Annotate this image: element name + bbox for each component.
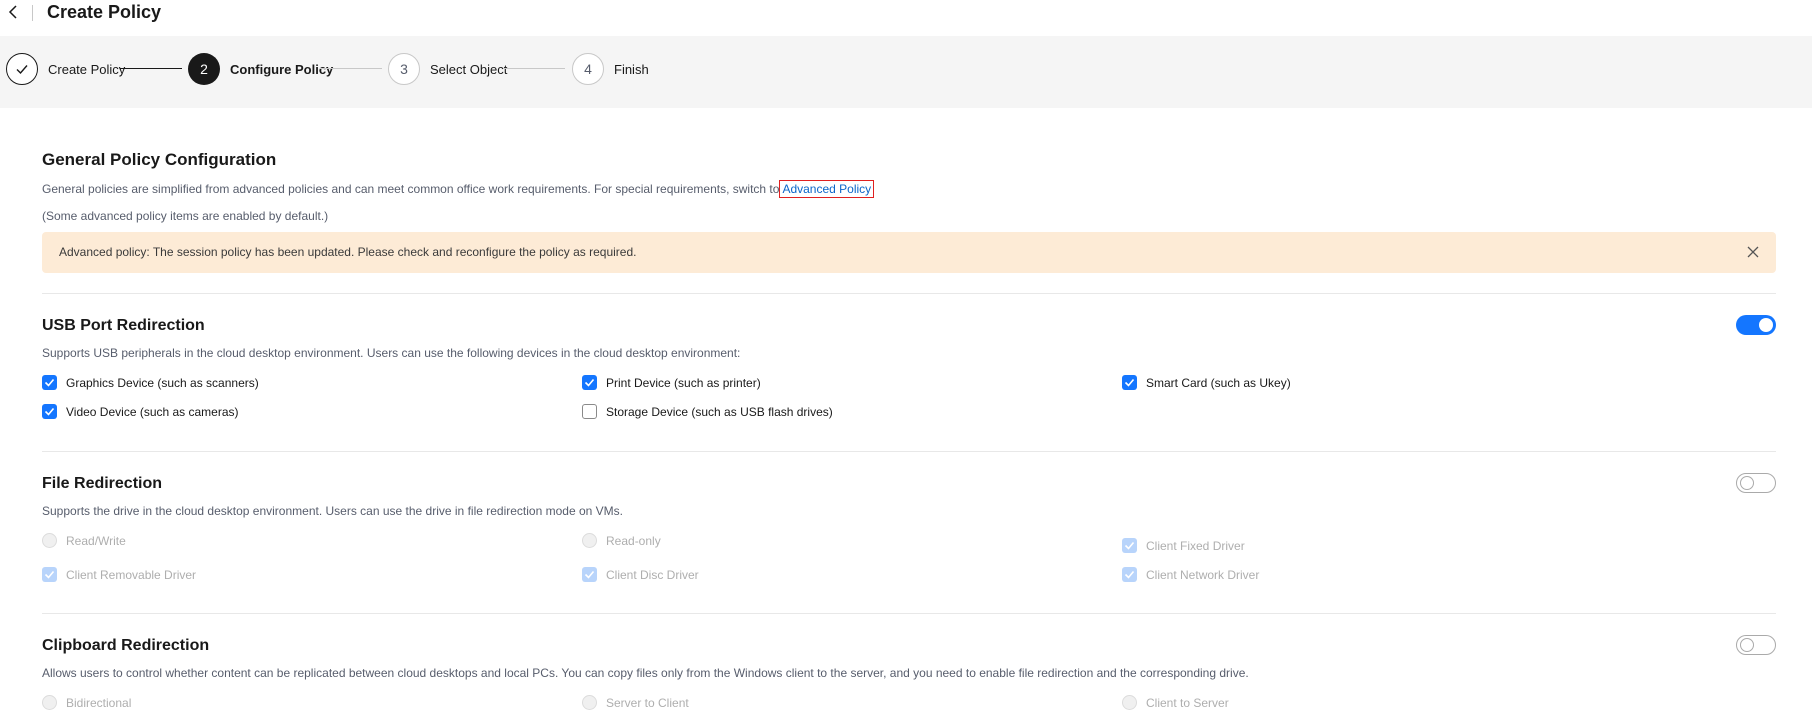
toggle-knob [1740,476,1754,490]
file-option-network-driver[interactable]: Client Network Driver [1122,567,1259,582]
step-number: 3 [388,53,420,85]
clipboard-option-bidirectional[interactable]: Bidirectional [42,695,131,710]
radio-disabled-icon [1122,695,1137,710]
page-header: Create Policy [0,0,1812,36]
checkbox-unchecked-icon [582,404,597,419]
step-select-object: 3 Select Object [388,52,507,86]
file-option-removable-driver[interactable]: Client Removable Driver [42,567,196,582]
close-icon[interactable] [1746,245,1760,259]
checkbox-checked-icon [1122,375,1137,390]
step-number: 2 [188,53,220,85]
option-label: Read/Write [66,533,126,548]
step-finish: 4 Finish [572,52,649,86]
section-divider [42,451,1776,452]
stepper: Create Policy 2 Configure Policy 3 Selec… [0,36,1812,108]
usb-description: Supports USB peripherals in the cloud de… [42,346,741,360]
option-label: Client Removable Driver [66,567,197,582]
general-section-title: General Policy Configuration [42,150,277,169]
checkbox-checked-icon [42,567,57,582]
radio-disabled-icon [42,533,57,548]
alert-text: Advanced policy: The session policy has … [59,245,637,259]
checkbox-checked-icon [42,404,57,419]
checkbox-checked-icon [582,567,597,582]
section-divider [42,613,1776,614]
clipboard-section-title: Clipboard Redirection [42,637,210,654]
page-title: Create Policy [47,2,162,22]
step-label: Select Object [430,61,508,77]
radio-disabled-icon [582,695,597,710]
file-toggle[interactable] [1736,473,1776,493]
general-desc-text: General policies are simplified from adv… [42,182,780,196]
clipboard-description: Allows users to control whether content … [42,666,1249,680]
option-label: Client Disc Driver [606,567,699,582]
option-label: Read-only [606,533,661,548]
checkbox-checked-icon [1122,538,1137,553]
checkbox-checked-icon [1122,567,1137,582]
step-connector [503,68,565,69]
usb-option-video[interactable]: Video Device (such as cameras) [42,404,239,419]
usb-option-smartcard[interactable]: Smart Card (such as Ukey) [1122,375,1291,390]
usb-option-print[interactable]: Print Device (such as printer) [582,375,761,390]
clipboard-option-client-to-server[interactable]: Client to Server [1122,695,1229,710]
clipboard-option-server-to-client[interactable]: Server to Client [582,695,689,710]
step-configure-policy: 2 Configure Policy [188,52,333,86]
file-option-disc-driver[interactable]: Client Disc Driver [582,567,699,582]
general-description: General policies are simplified from adv… [42,180,875,198]
advanced-policy-link[interactable]: Advanced Policy [779,180,875,198]
option-label: Client Network Driver [1146,567,1260,582]
checkbox-checked-icon [42,375,57,390]
option-label: Server to Client [606,695,689,710]
option-label: Print Device (such as printer) [606,375,761,390]
file-option-fixed-driver[interactable]: Client Fixed Driver [1122,538,1245,553]
header-divider [32,5,33,21]
file-section-title: File Redirection [42,475,163,492]
session-alert: Advanced policy: The session policy has … [42,232,1776,273]
radio-disabled-icon [42,695,57,710]
option-label: Graphics Device (such as scanners) [66,375,259,390]
back-arrow-icon[interactable] [6,4,22,20]
option-label: Bidirectional [66,695,132,710]
option-label: Video Device (such as cameras) [66,404,239,419]
step-label: Configure Policy [230,61,334,77]
clipboard-toggle[interactable] [1736,635,1776,655]
step-label: Create Policy [48,61,126,77]
toggle-knob [1759,318,1773,332]
step-create-policy: Create Policy [6,52,125,86]
usb-toggle[interactable] [1736,315,1776,335]
policy-config-panel: General Policy Configuration General pol… [0,110,1812,726]
radio-disabled-icon [582,533,597,548]
step-connector [320,68,382,69]
option-label: Smart Card (such as Ukey) [1146,375,1291,390]
file-option-readwrite[interactable]: Read/Write [42,533,126,548]
usb-option-storage[interactable]: Storage Device (such as USB flash drives… [582,404,833,419]
file-option-readonly[interactable]: Read-only [582,533,661,548]
check-icon [6,53,38,85]
step-label: Finish [614,61,649,77]
general-note: (Some advanced policy items are enabled … [42,209,329,223]
usb-section-title: USB Port Redirection [42,317,205,334]
step-number: 4 [572,53,604,85]
toggle-knob [1740,638,1754,652]
file-description: Supports the drive in the cloud desktop … [42,504,623,518]
option-label: Client Fixed Driver [1146,538,1245,553]
option-label: Client to Server [1146,695,1229,710]
usb-option-graphics[interactable]: Graphics Device (such as scanners) [42,375,259,390]
checkbox-checked-icon [582,375,597,390]
section-divider [42,293,1776,294]
step-connector [120,68,182,69]
option-label: Storage Device (such as USB flash drives… [606,404,833,419]
